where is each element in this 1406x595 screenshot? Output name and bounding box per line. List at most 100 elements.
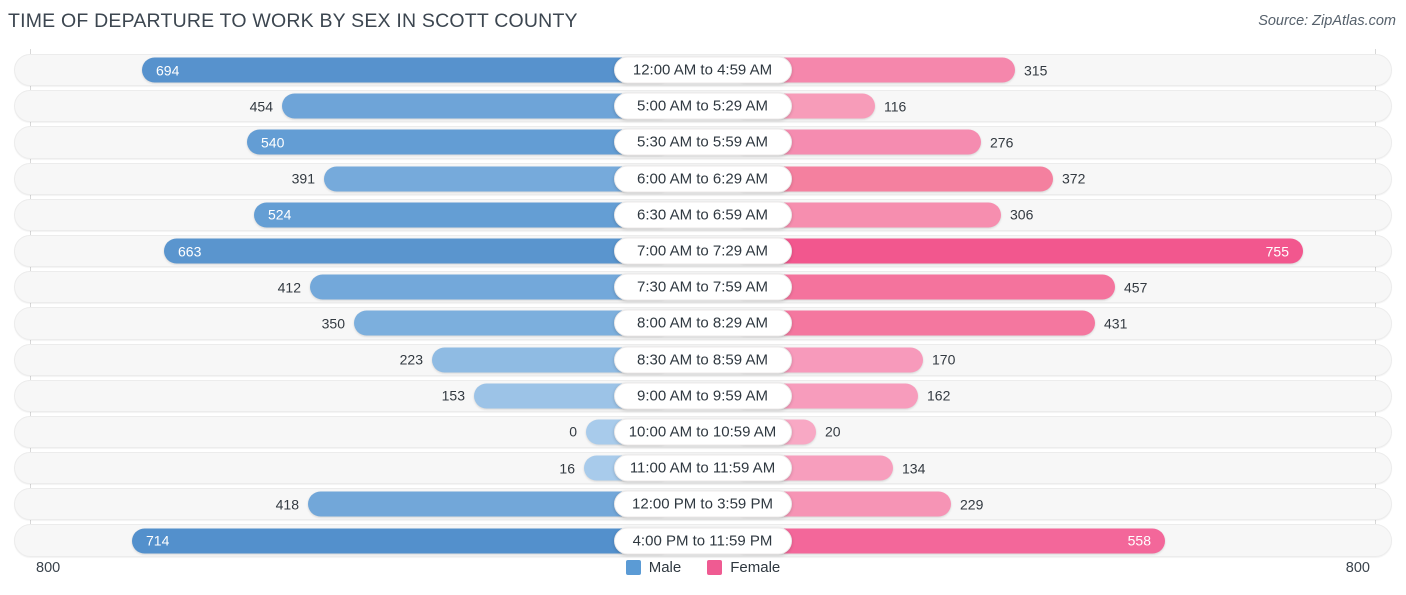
row-inner: 0 20 10:00 AM to 10:59 AM [30,414,1375,450]
male-half: 454 [30,93,672,119]
category-label: 8:00 AM to 8:29 AM [613,309,792,337]
female-value: 372 [1062,170,1086,187]
male-bar[interactable]: 540 [247,129,672,155]
male-value: 694 [156,62,180,79]
female-value: 558 [1127,532,1151,549]
male-value: 412 [277,279,301,296]
table-row: 418 229 12:00 PM to 3:59 PM [0,486,1406,522]
category-label: 8:30 AM to 8:59 AM [613,346,792,374]
category-label: 6:30 AM to 6:59 AM [613,201,792,229]
female-value: 306 [1010,206,1034,223]
category-label: 12:00 PM to 3:59 PM [613,490,792,518]
male-value: 454 [249,98,273,115]
row-inner: 663 755 7:00 AM to 7:29 AM [30,233,1375,269]
row-inner: 540 276 5:30 AM to 5:59 AM [30,124,1375,160]
table-row: 412 457 7:30 AM to 7:59 AM [0,269,1406,305]
row-inner: 524 306 6:30 AM to 6:59 AM [30,197,1375,233]
female-value: 116 [884,98,907,115]
male-half: 524 [30,202,672,228]
female-half: 372 [733,166,1375,192]
female-value: 20 [825,423,841,440]
male-value: 350 [321,315,345,332]
category-label: 11:00 AM to 11:59 AM [613,454,792,482]
category-label: 4:00 PM to 11:59 PM [613,527,792,555]
female-half: 431 [733,310,1375,336]
table-row: 223 170 8:30 AM to 8:59 AM [0,342,1406,378]
row-inner: 350 431 8:00 AM to 8:29 AM [30,305,1375,341]
chart-plot-area: 694 315 12:00 AM to 4:59 AM 454 116 5:00 AM t… [0,44,1406,557]
female-half: 134 [733,455,1375,481]
row-inner: 223 170 8:30 AM to 8:59 AM [30,342,1375,378]
male-half: 223 [30,347,672,373]
category-label: 5:30 AM to 5:59 AM [613,128,792,156]
chart-legend: Male Female [0,559,1406,576]
male-value: 714 [146,532,170,549]
legend-item-male[interactable]: Male [625,559,682,576]
male-bar[interactable]: 524 [254,202,672,228]
female-half: 457 [733,274,1375,300]
female-half: 755 [733,238,1375,264]
category-label: 7:00 AM to 7:29 AM [613,237,792,265]
male-half: 412 [30,274,672,300]
bar-rows-container: 694 315 12:00 AM to 4:59 AM 454 116 5:00 AM t… [0,52,1406,559]
female-half: 162 [733,383,1375,409]
female-value: 755 [1265,243,1289,260]
female-value: 276 [990,134,1014,151]
legend-swatch-icon [625,560,641,575]
row-inner: 153 162 9:00 AM to 9:59 AM [30,378,1375,414]
female-value: 229 [960,496,984,513]
female-value: 457 [1124,279,1148,296]
female-half: 315 [733,57,1375,83]
male-bar[interactable]: 714 [132,528,672,554]
legend-item-female[interactable]: Female [707,559,780,576]
category-label: 5:00 AM to 5:29 AM [613,92,792,120]
male-half: 418 [30,491,672,517]
female-value: 431 [1104,315,1128,332]
male-bar[interactable]: 663 [164,238,672,264]
category-label: 12:00 AM to 4:59 AM [613,56,792,84]
table-row: 454 116 5:00 AM to 5:29 AM [0,88,1406,124]
female-bar[interactable]: 558 [733,528,1165,554]
female-half: 229 [733,491,1375,517]
table-row: 540 276 5:30 AM to 5:59 AM [0,124,1406,160]
category-label: 10:00 AM to 10:59 AM [613,418,792,446]
table-row: 350 431 8:00 AM to 8:29 AM [0,305,1406,341]
chart-header: TIME OF DEPARTURE TO WORK BY SEX IN SCOT… [0,0,1406,44]
row-inner: 412 457 7:30 AM to 7:59 AM [30,269,1375,305]
male-value: 663 [178,243,202,260]
female-half: 558 [733,528,1375,554]
male-value: 153 [441,387,465,404]
category-label: 9:00 AM to 9:59 AM [613,382,792,410]
table-row: 694 315 12:00 AM to 4:59 AM [0,52,1406,88]
male-half: 16 [30,455,672,481]
category-label: 6:00 AM to 6:29 AM [613,165,792,193]
female-half: 170 [733,347,1375,373]
table-row: 16 134 11:00 AM to 11:59 AM [0,450,1406,486]
male-half: 350 [30,310,672,336]
male-bar[interactable]: 694 [142,57,672,83]
row-inner: 694 315 12:00 AM to 4:59 AM [30,52,1375,88]
male-half: 391 [30,166,672,192]
row-inner: 391 372 6:00 AM to 6:29 AM [30,161,1375,197]
female-value: 134 [902,460,926,477]
row-inner: 418 229 12:00 PM to 3:59 PM [30,486,1375,522]
row-inner: 454 116 5:00 AM to 5:29 AM [30,88,1375,124]
row-inner: 16 134 11:00 AM to 11:59 AM [30,450,1375,486]
male-value: 391 [291,170,315,187]
male-half: 714 [30,528,672,554]
female-bar[interactable]: 755 [733,238,1303,264]
male-value: 418 [275,496,299,513]
female-half: 20 [733,419,1375,445]
male-value: 0 [569,423,577,440]
category-label: 7:30 AM to 7:59 AM [613,273,792,301]
male-half: 663 [30,238,672,264]
legend-label: Male [648,559,682,576]
chart-page: TIME OF DEPARTURE TO WORK BY SEX IN SCOT… [0,0,1406,595]
male-half: 153 [30,383,672,409]
source-attribution: Source: ZipAtlas.com [1258,13,1396,29]
table-row: 153 162 9:00 AM to 9:59 AM [0,378,1406,414]
male-half: 540 [30,129,672,155]
female-value: 170 [932,351,956,368]
table-row: 391 372 6:00 AM to 6:29 AM [0,161,1406,197]
female-value: 315 [1024,62,1048,79]
